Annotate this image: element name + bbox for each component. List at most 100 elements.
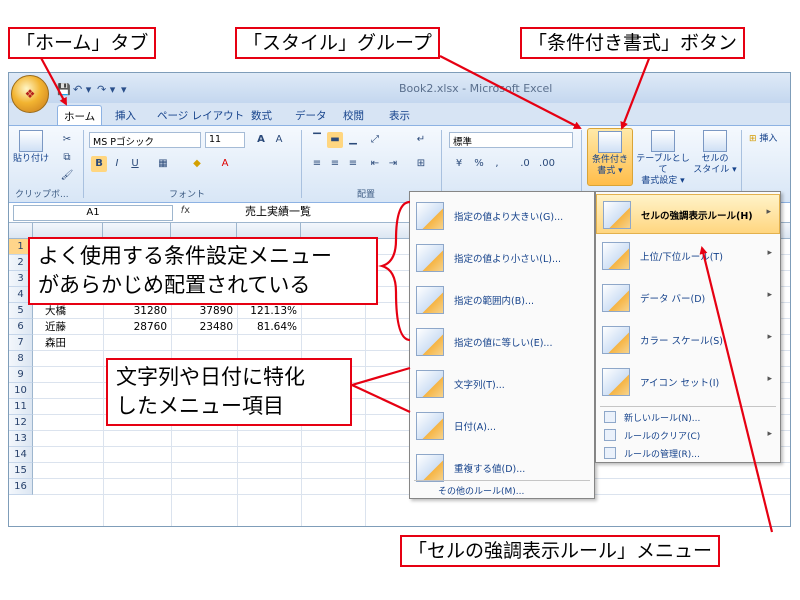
- row-header[interactable]: 7: [9, 335, 33, 351]
- align-top-icon[interactable]: ▔: [309, 132, 325, 148]
- merge-center-icon[interactable]: ⊞: [413, 156, 429, 172]
- underline-icon[interactable]: U: [127, 156, 143, 172]
- group-font-label: フォント: [169, 190, 206, 200]
- italic-icon[interactable]: I: [109, 156, 125, 172]
- menu-item-equal-to[interactable]: 指定の値に等しい(E)...: [410, 322, 594, 362]
- fill-color-icon[interactable]: ◆: [189, 156, 205, 172]
- color-scale-icon: [602, 326, 630, 354]
- align-middle-icon[interactable]: ▬: [327, 132, 343, 148]
- row-header[interactable]: 13: [9, 431, 33, 447]
- wrap-text-icon[interactable]: ↵: [413, 132, 429, 148]
- menu-item-manage-rules[interactable]: ルールの管理(R)...: [596, 444, 780, 462]
- menu-item-clear-rules[interactable]: ルールのクリア(C) ▸: [596, 426, 780, 444]
- menu-item-less-than[interactable]: 指定の値より小さい(L)...: [410, 238, 594, 278]
- row-header[interactable]: 14: [9, 447, 33, 463]
- title-bar: 💾 ↶ ▾ ↷ ▾ ▾ Book2.xlsx - Microsoft Excel: [9, 73, 790, 103]
- menu-item-label: セルの強調表示ルール(H): [641, 211, 753, 222]
- formula-input[interactable]: 売上実績一覧: [245, 205, 415, 221]
- row-header[interactable]: 9: [9, 367, 33, 383]
- row-header[interactable]: 8: [9, 351, 33, 367]
- indent-icon[interactable]: ⇤: [367, 156, 383, 172]
- format-as-table-button[interactable]: テーブルとして 書式設定 ▾: [635, 130, 691, 187]
- tab-data[interactable]: データ: [289, 105, 333, 125]
- between-icon: [416, 286, 444, 314]
- align-bottom-icon[interactable]: ▁: [345, 132, 361, 148]
- menu-item-between[interactable]: 指定の範囲内(B)...: [410, 280, 594, 320]
- cond-format-label-1: 条件付き: [591, 155, 628, 165]
- menu-item-greater-than[interactable]: 指定の値より大きい(G)...: [410, 196, 594, 236]
- align-left-icon[interactable]: ≡: [309, 156, 325, 172]
- grow-font-icon[interactable]: A: [253, 132, 269, 148]
- menu-item-top-bottom-rules[interactable]: 上位/下位ルール(T) ▸: [596, 236, 780, 276]
- cut-icon[interactable]: ✂: [59, 132, 75, 148]
- fx-icon[interactable]: 𝑓x: [181, 205, 190, 216]
- callout-text-date-items: 文字列や日付に特化 したメニュー項目: [106, 358, 352, 426]
- percent-icon[interactable]: %: [471, 156, 487, 172]
- group-separator: [301, 130, 302, 198]
- row-header[interactable]: 12: [9, 415, 33, 431]
- tab-view[interactable]: 表示: [383, 105, 416, 125]
- paste-label: 貼り付け: [13, 154, 50, 164]
- borders-icon[interactable]: ▦: [155, 156, 171, 172]
- group-alignment-label: 配置: [357, 190, 376, 200]
- row-header[interactable]: 15: [9, 463, 33, 479]
- menu-item-label: 指定の値より小さい(L)...: [454, 254, 562, 265]
- font-color-icon[interactable]: A: [217, 156, 233, 172]
- tab-review[interactable]: 校閲: [337, 105, 370, 125]
- number-format-select[interactable]: 標準: [449, 132, 573, 148]
- tab-insert[interactable]: 挿入: [109, 105, 142, 125]
- redo-icon[interactable]: ↷ ▾: [97, 83, 115, 96]
- shrink-font-icon[interactable]: A: [271, 132, 287, 148]
- currency-icon[interactable]: ¥: [451, 156, 467, 172]
- font-size-select[interactable]: 11: [205, 132, 245, 148]
- menu-item-icon-sets[interactable]: アイコン セット(I) ▸: [596, 362, 780, 402]
- callout-frequent-line2: があらかじめ配置されている: [38, 273, 311, 297]
- save-icon[interactable]: 💾: [57, 83, 71, 96]
- tab-page-layout[interactable]: ページ レイアウト: [151, 105, 250, 125]
- name-box[interactable]: A1: [13, 205, 173, 221]
- new-rule-icon: [604, 411, 616, 423]
- data-bar-icon: [602, 284, 630, 312]
- align-right-icon[interactable]: ≡: [345, 156, 361, 172]
- row-header[interactable]: 10: [9, 383, 33, 399]
- insert-cells-button[interactable]: ⊞ 挿入: [749, 134, 789, 145]
- cell-style-icon: [703, 130, 727, 152]
- menu-item-data-bars[interactable]: データ バー(D) ▸: [596, 278, 780, 318]
- align-center-icon[interactable]: ≡: [327, 156, 343, 172]
- insert-cells-icon: ⊞: [749, 134, 757, 144]
- highlight-rules-icon: [603, 201, 631, 229]
- menu-item-date[interactable]: 日付(A)...: [410, 406, 594, 446]
- decrease-decimal-icon[interactable]: .00: [539, 156, 555, 172]
- group-clipboard-label: クリップボ...: [15, 190, 69, 200]
- row-header[interactable]: 16: [9, 479, 33, 495]
- menu-item-more-rules[interactable]: その他のルール(M)...: [410, 481, 594, 499]
- format-painter-icon[interactable]: 🖌: [59, 168, 75, 184]
- row-header[interactable]: 5: [9, 303, 33, 319]
- group-separator: [581, 130, 582, 198]
- increase-decimal-icon[interactable]: .0: [517, 156, 533, 172]
- row-header[interactable]: 11: [9, 399, 33, 415]
- paste-button[interactable]: 貼り付け: [13, 130, 49, 165]
- font-name-select[interactable]: MS Pゴシック: [89, 132, 201, 148]
- office-button[interactable]: ❖: [11, 75, 49, 113]
- comma-icon[interactable]: ,: [489, 156, 505, 172]
- menu-item-label: 新しいルール(N)...: [624, 414, 701, 424]
- bold-icon[interactable]: B: [91, 156, 107, 172]
- tab-home[interactable]: ホーム: [57, 105, 103, 125]
- menu-item-color-scales[interactable]: カラー スケール(S) ▸: [596, 320, 780, 360]
- tab-formulas[interactable]: 数式: [245, 105, 278, 125]
- cell-style-button[interactable]: セルの スタイル ▾: [693, 130, 737, 176]
- orientation-icon[interactable]: ⤢: [367, 132, 383, 148]
- copy-icon[interactable]: ⧉: [59, 150, 75, 166]
- menu-item-highlight-rules[interactable]: セルの強調表示ルール(H) ▸: [596, 194, 780, 234]
- menu-item-new-rule[interactable]: 新しいルール(N)...: [596, 408, 780, 426]
- callout-frequent-line1: よく使用する条件設定メニュー: [38, 244, 332, 268]
- conditional-format-button[interactable]: 条件付き 書式 ▾: [587, 128, 633, 186]
- qat-customize-icon[interactable]: ▾: [121, 83, 127, 96]
- undo-icon[interactable]: ↶ ▾: [73, 83, 91, 96]
- menu-item-text[interactable]: 文字列(T)...: [410, 364, 594, 404]
- conditional-format-menu: セルの強調表示ルール(H) ▸ 上位/下位ルール(T) ▸ データ バー(D) ▸ カ…: [595, 191, 781, 463]
- row-header[interactable]: 6: [9, 319, 33, 335]
- menu-item-label: 文字列(T)...: [454, 380, 505, 391]
- outdent-icon[interactable]: ⇥: [385, 156, 401, 172]
